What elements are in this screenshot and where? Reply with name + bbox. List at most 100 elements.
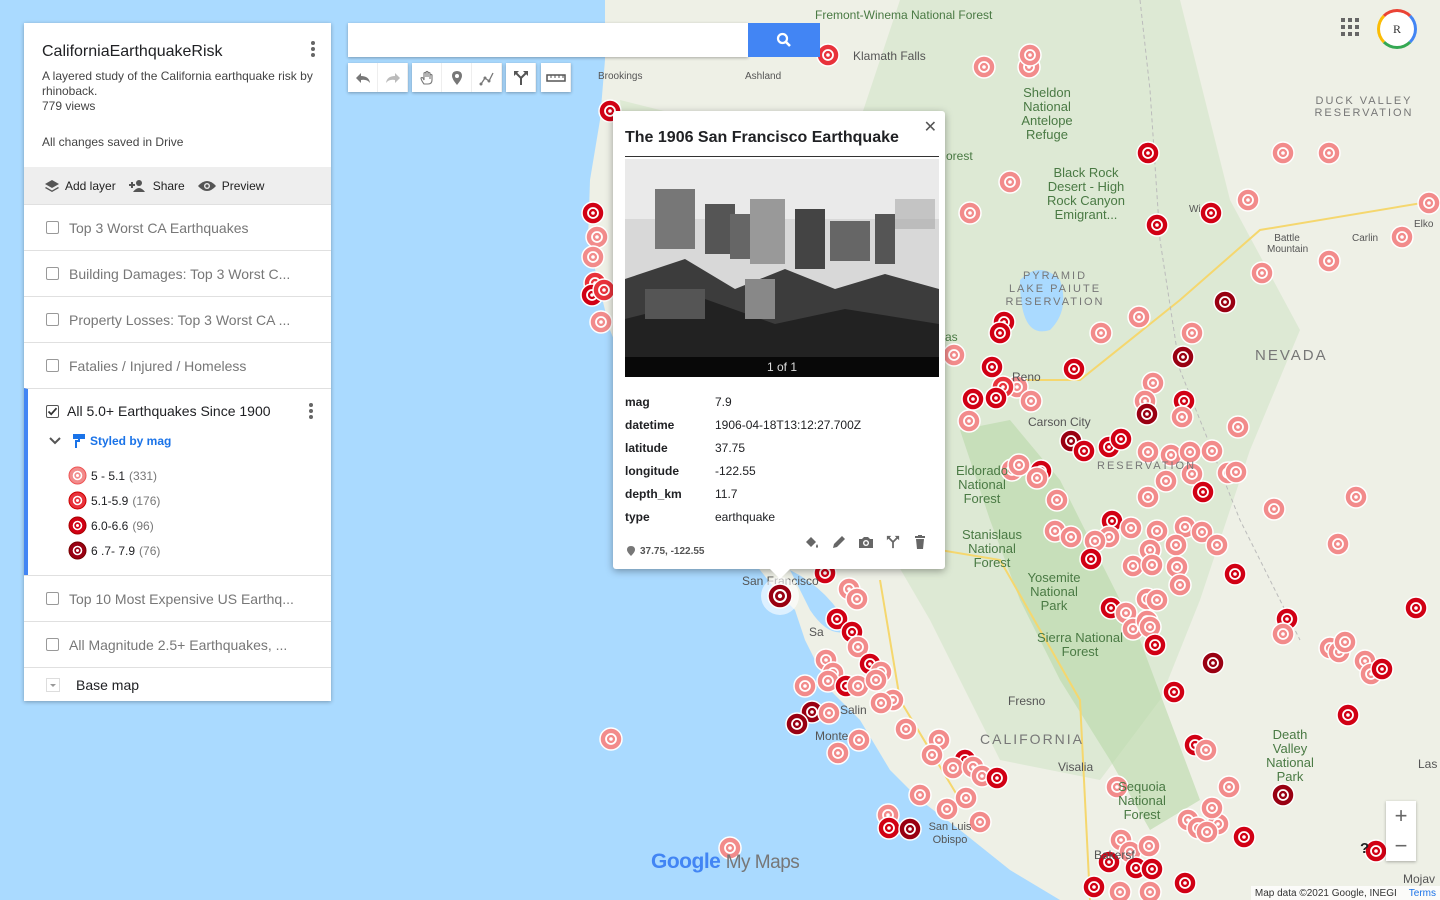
attribute-row: datetime 1906-04-18T13:12:27.700Z (625, 413, 861, 436)
earthquake-marker-dot (951, 766, 955, 770)
map-title[interactable]: CaliforniaEarthquakeRisk (42, 43, 313, 61)
earthquake-marker-dot (980, 774, 984, 778)
earthquake-marker-dot (868, 662, 872, 666)
earthquake-marker-dot (978, 820, 982, 824)
share-button[interactable]: Share (128, 179, 185, 193)
layer-options-menu-icon[interactable] (307, 403, 315, 421)
legend-item[interactable]: 6 .7- 7.9 (76) (68, 538, 331, 563)
layer-checkbox[interactable] (46, 267, 59, 280)
layer-checkbox[interactable] (46, 592, 59, 605)
chevron-down-icon[interactable] (48, 436, 62, 446)
popup-photo[interactable]: 1 of 1 (625, 159, 939, 377)
base-map-row[interactable]: Base map (24, 667, 331, 701)
undo-button[interactable] (348, 63, 378, 92)
earthquake-marker-dot (1234, 470, 1238, 474)
earthquake-marker-dot (850, 630, 854, 634)
label-las-vegas: Las (1418, 757, 1438, 771)
earthquake-marker-dot (1119, 437, 1123, 441)
measure-button[interactable] (541, 63, 571, 92)
attribute-row: mag 7.9 (625, 390, 861, 413)
earthquake-marker-dot (918, 793, 922, 797)
style-button[interactable] (798, 532, 825, 552)
earthquake-marker-dot (1151, 381, 1155, 385)
map-options-menu-icon[interactable] (309, 41, 317, 59)
search-button[interactable] (748, 23, 820, 57)
legend-item[interactable]: 5 - 5.1 (331) (68, 463, 331, 488)
layer-checkbox[interactable] (46, 359, 59, 372)
add-marker-button[interactable] (442, 63, 472, 92)
preview-button[interactable]: Preview (197, 178, 265, 193)
marker-pin-icon (451, 70, 462, 85)
earthquake-marker-dot (1015, 385, 1019, 389)
directions-button[interactable] (879, 532, 906, 552)
earthquake-marker-dot (964, 796, 968, 800)
layer-checkbox[interactable] (46, 313, 59, 326)
layer-checkbox-checked[interactable] (46, 404, 59, 418)
styled-by-row[interactable]: Styled by mag (28, 433, 331, 449)
earthquake-marker-dot (1150, 867, 1154, 871)
delete-button[interactable] (906, 532, 933, 552)
popup-actions (798, 532, 933, 552)
legend-item[interactable]: 6.0-6.6 (96) (68, 513, 331, 538)
popup-divider (625, 156, 939, 157)
apps-grid-icon[interactable] (1341, 18, 1359, 36)
map-description[interactable]: A layered study of the California earthq… (42, 69, 313, 99)
layer-label: Property Losses: Top 3 Worst CA ... (69, 311, 291, 328)
earthquake-marker-dot (1201, 490, 1205, 494)
dropdown-arrow-icon[interactable] (46, 677, 60, 692)
avatar[interactable]: R (1377, 9, 1417, 49)
draw-line-icon (479, 72, 494, 85)
preview-label: Preview (221, 178, 265, 193)
earthquake-marker-dot (1155, 223, 1159, 227)
earthquake-marker-dot (1182, 399, 1186, 403)
earthquake-marker-dot (874, 678, 878, 682)
add-directions-button[interactable] (506, 63, 536, 92)
label-pyramid-lake: PYRAMID LAKE PAIUTE RESERVATION (1005, 270, 1105, 308)
layer-row[interactable]: All Magnitude 2.5+ Earthquakes, ... (24, 621, 331, 667)
google-my-maps-logo: Google My Maps (651, 850, 800, 874)
active-layer[interactable]: All 5.0+ Earthquakes Since 1900 Styled b… (24, 388, 331, 575)
layer-row[interactable]: Building Damages: Top 3 Worst C... (24, 250, 331, 296)
earthquake-marker-dot (1281, 793, 1285, 797)
redo-button[interactable] (378, 63, 408, 92)
attribute-value: -122.55 (715, 463, 756, 478)
earthquake-marker-dot (1216, 822, 1220, 826)
legend-item[interactable]: 5.1-5.9 (176) (68, 488, 331, 513)
layer-checkbox[interactable] (46, 221, 59, 234)
label-sheldon: Sheldon National Antelope Refuge (1021, 85, 1073, 142)
earthquake-marker-dot (937, 738, 941, 742)
zoom-in-button[interactable]: + (1386, 801, 1416, 831)
add-layer-button[interactable]: Add layer (44, 179, 116, 193)
layer-checkbox[interactable] (46, 638, 59, 651)
zoom-out-button[interactable]: − (1386, 831, 1416, 861)
selected-marker[interactable] (760, 576, 800, 616)
help-icon[interactable]: ? (1360, 840, 1369, 857)
close-icon[interactable]: ✕ (924, 117, 937, 137)
layer-row[interactable]: Top 10 Most Expensive US Earthq... (24, 575, 331, 621)
earthquake-marker-dot (1134, 866, 1138, 870)
layer-row[interactable]: Property Losses: Top 3 Worst CA ... (24, 296, 331, 342)
edit-button[interactable] (825, 532, 852, 552)
attribute-row: longitude -122.55 (625, 459, 861, 482)
layer-row[interactable]: Fatalies / Injured / Homeless (24, 342, 331, 388)
location-pin-icon (627, 546, 635, 556)
earthquake-marker-dot (1223, 300, 1227, 304)
select-tool-button[interactable] (412, 63, 442, 92)
feature-popup: The 1906 San Francisco Earthquake ✕ 1 of… (613, 111, 945, 579)
label-carson-city: Carson City (1028, 415, 1091, 429)
earthquake-marker-dot (595, 235, 599, 239)
draw-line-button[interactable] (472, 63, 502, 92)
label-sequoia: Sequoia National Forest (1118, 779, 1166, 822)
legend-count: (331) (129, 468, 158, 483)
terms-link[interactable]: Terms (1409, 888, 1436, 899)
paint-roller-icon (73, 434, 85, 448)
earthquake-marker-dot (1092, 885, 1096, 889)
marker-icon (68, 466, 87, 485)
layer-label: Fatalies / Injured / Homeless (69, 357, 247, 374)
add-photo-button[interactable] (852, 532, 879, 552)
search-input[interactable] (348, 23, 748, 57)
paint-bucket-icon (805, 537, 818, 548)
layer-row[interactable]: Top 3 Worst CA Earthquakes (24, 204, 331, 250)
earthquake-marker-dot (1124, 611, 1128, 615)
earthquake-marker-dot (1236, 425, 1240, 429)
